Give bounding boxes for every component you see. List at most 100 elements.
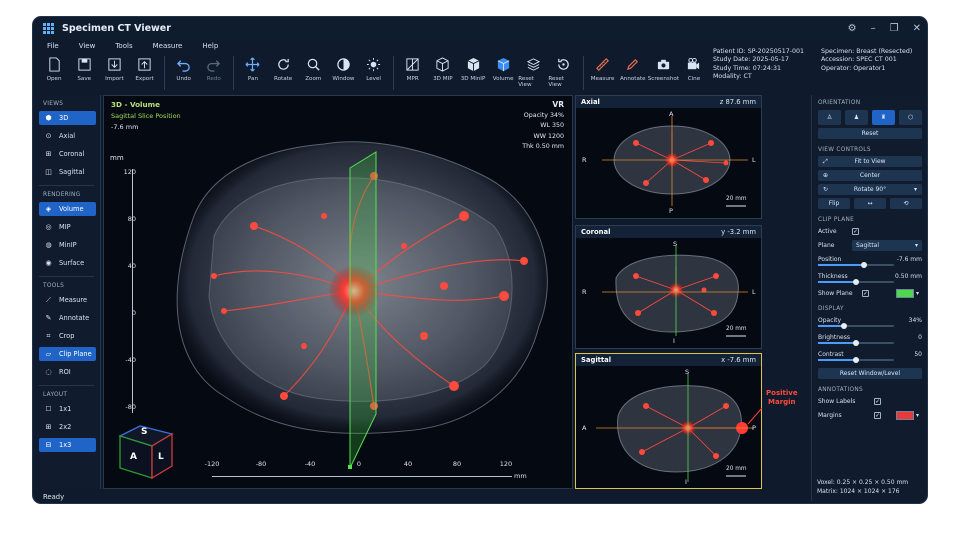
window-button[interactable]: Window xyxy=(328,53,358,93)
coronal-label-left: R xyxy=(582,288,587,296)
tool-crop[interactable]: ⌗ Crop xyxy=(39,329,96,343)
reset-window-level-button[interactable]: Reset Window/Level xyxy=(818,368,922,379)
plane-color-swatch xyxy=(897,290,913,297)
import-button[interactable]: Import xyxy=(99,53,129,93)
show-labels-checkbox[interactable]: ✓ xyxy=(874,398,881,405)
orientation-front-button[interactable]: ♙ xyxy=(818,110,841,125)
menu-tools[interactable]: Tools xyxy=(115,42,132,50)
brightness-slider[interactable] xyxy=(818,340,894,346)
margins-checkbox[interactable]: ✓ xyxy=(874,412,881,419)
tool-clip-plane[interactable]: ▱ Clip Plane xyxy=(39,347,96,361)
cine-button[interactable]: Cine xyxy=(679,53,709,93)
rotate-90-dropdown[interactable]: ↻ Rotate 90° ▾ xyxy=(818,184,922,195)
reset-view-button[interactable]: Reset View xyxy=(518,53,548,93)
volume-button[interactable]: Volume xyxy=(488,53,518,93)
window-level-icon xyxy=(337,58,350,71)
sagittal-label-right: P xyxy=(752,424,756,432)
view-sagittal[interactable]: ◫ Sagittal xyxy=(39,165,96,179)
clip-active-row: Active ✓ xyxy=(818,228,859,235)
tool-roi[interactable]: ◌ ROI xyxy=(39,365,96,379)
show-plane-checkbox[interactable]: ✓ xyxy=(862,290,869,297)
viewport-3d[interactable]: 3D - Volume Sagittal Slice Position -7.6… xyxy=(103,95,573,489)
axial-label-right: L xyxy=(752,156,756,164)
save-button[interactable]: Save xyxy=(69,53,99,93)
axial-view[interactable]: Axial z 87.6 mm A P R L 20 mm xyxy=(575,95,762,219)
render-surface[interactable]: ◉ Surface xyxy=(39,256,96,270)
mpr-button[interactable]: MPR xyxy=(398,53,428,93)
brightness-slider-knob[interactable] xyxy=(853,340,859,346)
accession: Accession: SPEC CT 001 xyxy=(821,56,897,64)
plane-color-picker[interactable] xyxy=(896,289,914,298)
flip-horizontal-button[interactable]: ↔ xyxy=(854,198,886,209)
redo-button[interactable]: Redo xyxy=(199,53,229,93)
sagittal-view[interactable]: Sagittal x -7.6 mm S I A P 20 mm xyxy=(575,353,763,489)
maximize-icon[interactable]: ❐ xyxy=(890,23,899,34)
thickness-slider[interactable] xyxy=(818,279,894,285)
fit-to-view-button[interactable]: ⤢ Fit to View xyxy=(818,156,922,167)
render-mip[interactable]: ◎ MIP xyxy=(39,220,96,234)
specimen-info: Specimen: Breast (Resected) Accession: S… xyxy=(821,48,912,73)
layout-1x1[interactable]: ☐ 1x1 xyxy=(39,402,96,416)
position-slider-knob[interactable] xyxy=(860,262,867,268)
level-button[interactable]: Level xyxy=(359,53,389,93)
undo-button[interactable]: Undo xyxy=(169,53,199,93)
center-button[interactable]: ⊕ Center xyxy=(818,170,922,181)
zoom-button[interactable]: Zoom xyxy=(298,53,328,93)
position-slider[interactable] xyxy=(818,262,894,268)
orientation-cube[interactable]: S A L xyxy=(116,422,176,480)
export-button[interactable]: Export xyxy=(129,53,159,93)
target-icon: ⊙ xyxy=(45,132,52,140)
render-minip[interactable]: ◍ MinIP xyxy=(39,238,96,252)
cube-icon xyxy=(436,57,449,72)
clip-active-checkbox[interactable]: ✓ xyxy=(852,228,859,235)
contrast-slider[interactable] xyxy=(818,357,894,363)
settings-icon[interactable]: ⚙ xyxy=(848,23,857,34)
chevron-down-icon: ▾ xyxy=(914,242,918,249)
measure-button[interactable]: Measure xyxy=(588,53,618,93)
opacity-slider-knob[interactable] xyxy=(840,323,847,329)
globe-icon: ◉ xyxy=(45,259,52,267)
menu-help[interactable]: Help xyxy=(202,42,218,50)
open-button[interactable]: Open xyxy=(39,53,69,93)
matrix-size: Matrix: 1024 × 1024 × 176 xyxy=(817,487,900,495)
minimize-icon[interactable]: – xyxy=(871,23,876,34)
view-coronal[interactable]: ⊞ Coronal xyxy=(39,147,96,161)
pan-button[interactable]: Pan xyxy=(238,53,268,93)
view-3d[interactable]: ⬢ 3D xyxy=(39,111,96,125)
render-volume[interactable]: ◈ Volume xyxy=(39,202,96,216)
coronal-view[interactable]: Coronal y -3.2 mm S I R L 20 mm xyxy=(575,225,762,349)
tool-measure[interactable]: ⟋ Measure xyxy=(39,293,96,307)
contrast-slider-knob[interactable] xyxy=(853,357,859,363)
tools-section-title: TOOLS xyxy=(43,283,65,289)
rotate-button[interactable]: Rotate xyxy=(268,53,298,93)
brightness-row: Brightness 0 xyxy=(818,332,922,346)
orientation-reset-button[interactable]: Reset xyxy=(818,128,922,139)
menu-measure[interactable]: Measure xyxy=(153,42,183,50)
annotate-button[interactable]: Annotate xyxy=(618,53,648,93)
tool-annotate[interactable]: ✎ Annotate xyxy=(39,311,96,325)
margin-color-picker[interactable] xyxy=(896,411,914,420)
orientation-side-button[interactable]: ♟ xyxy=(845,110,868,125)
3d-mip-button[interactable]: 3D MIP xyxy=(428,53,458,93)
y-axis-ticks: 120 80 40 0 -40 -80 xyxy=(122,168,136,418)
menu-view[interactable]: View xyxy=(79,42,96,50)
layout-2x2[interactable]: ⊞ 2x2 xyxy=(39,420,96,434)
close-icon[interactable]: ✕ xyxy=(913,23,921,34)
flip-rotate-button[interactable]: ⟲ xyxy=(890,198,922,209)
screenshot-button[interactable]: Screenshot xyxy=(648,53,679,93)
grid-icon: ⊞ xyxy=(45,423,52,431)
opacity-slider[interactable] xyxy=(818,323,894,329)
slice-position-value: -7.6 mm xyxy=(111,123,139,131)
flip-button[interactable]: Flip xyxy=(818,198,850,209)
3d-minip-button[interactable]: 3D MinIP xyxy=(458,53,488,93)
layout-1x3[interactable]: ⊟ 1x3 xyxy=(39,438,96,452)
render-mode: VR xyxy=(552,100,564,109)
plane-select[interactable]: Sagittal ▾ xyxy=(852,240,922,251)
view-axial[interactable]: ⊙ Axial xyxy=(39,129,96,143)
thickness-slider-knob[interactable] xyxy=(853,279,859,285)
axial-scale: 20 mm xyxy=(726,196,747,202)
menu-file[interactable]: File xyxy=(47,42,59,50)
orientation-top-button[interactable]: ♜ xyxy=(872,110,895,125)
reset-view-2-button[interactable]: Reset View xyxy=(548,53,578,93)
orientation-3d-button[interactable]: ⬡ xyxy=(899,110,922,125)
